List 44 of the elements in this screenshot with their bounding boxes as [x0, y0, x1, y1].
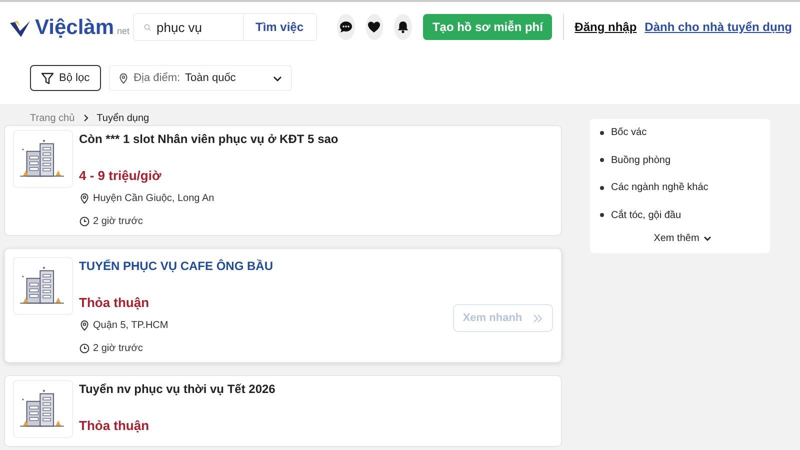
show-more-button[interactable]: Xem thêm [600, 232, 770, 245]
location-pin-icon [118, 72, 129, 84]
category-link[interactable]: Bốc vác [611, 127, 647, 138]
filter-button[interactable]: Bộ lọc [30, 65, 101, 91]
logo-text: Việclàm [35, 16, 114, 38]
salary: 4 - 9 triệu/giờ [79, 168, 162, 183]
job-location: Huyện Cần Giuộc, Long An [93, 193, 214, 204]
job-card[interactable]: Tuyển nv phục vụ thời vụ Tết 2026 Thỏa thuận [4, 375, 562, 447]
job-title[interactable]: TUYỂN PHỤC VỤ CAFE ÔNG BẦU [79, 257, 274, 273]
breadcrumb-link[interactable]: Tuyển dụng [96, 112, 150, 124]
posted-time: 2 giờ trước [93, 216, 143, 227]
job-location: Quận 5, TP.HCM [93, 320, 168, 331]
posted-time: 2 giờ trước [93, 343, 143, 354]
job-title[interactable]: Còn *** 1 slot Nhân viên phục vụ ở KĐT 5 sao [79, 130, 338, 146]
filter-icon [41, 72, 54, 84]
category-link[interactable]: Các ngành nghề khác [611, 182, 708, 194]
chevron-down-icon [703, 234, 712, 243]
breadcrumb-link[interactable]: Trang chủ [30, 112, 75, 124]
employer-link[interactable]: Dành cho nhà tuyển dụng [644, 20, 792, 34]
chat-icon[interactable] [336, 14, 354, 40]
search-button[interactable]: Tìm việc [242, 14, 316, 40]
category-link[interactable]: Cắt tóc, gội đầu [611, 210, 682, 221]
job-card[interactable]: TUYỂN PHỤC VỤ CAFE ÔNG BẦU Thỏa thuận Quận 5, TP.HCM 2 giờ trước Xem nhanh [4, 248, 562, 363]
bullet-dot [600, 130, 604, 135]
login-link[interactable]: Đăng nhập [574, 20, 637, 34]
job-card[interactable]: Còn *** 1 slot Nhân viên phục vụ ở KĐT 5 sao 4 - 9 triệu/giờ Huyện Cần Giuộc, Long An 2 giờ trước [4, 125, 562, 236]
location-select[interactable]: Địa điểm: Toàn quốc [108, 65, 292, 91]
location-pin-icon [79, 193, 90, 204]
bullet-dot [600, 186, 604, 190]
category-link[interactable]: Buồng phòng [611, 154, 671, 166]
clock-icon [79, 343, 90, 354]
logo-suffix: net [117, 26, 130, 36]
bullet-dot [600, 213, 604, 218]
chevron-right-icon [82, 114, 90, 122]
job-title[interactable]: Tuyển nv phục vụ thời vụ Tết 2026 [79, 380, 276, 396]
bell-icon[interactable] [394, 14, 412, 40]
salary: Thỏa thuận [79, 295, 150, 310]
search-field[interactable]: phục vụ Tìm việc [132, 13, 317, 41]
bullet-dot [600, 158, 604, 162]
location-pin-icon [79, 320, 90, 331]
clock-icon [79, 216, 90, 227]
salary: Thỏa thuận [79, 418, 150, 433]
logo-icon [10, 20, 32, 38]
double-chevron-icon [532, 312, 544, 324]
